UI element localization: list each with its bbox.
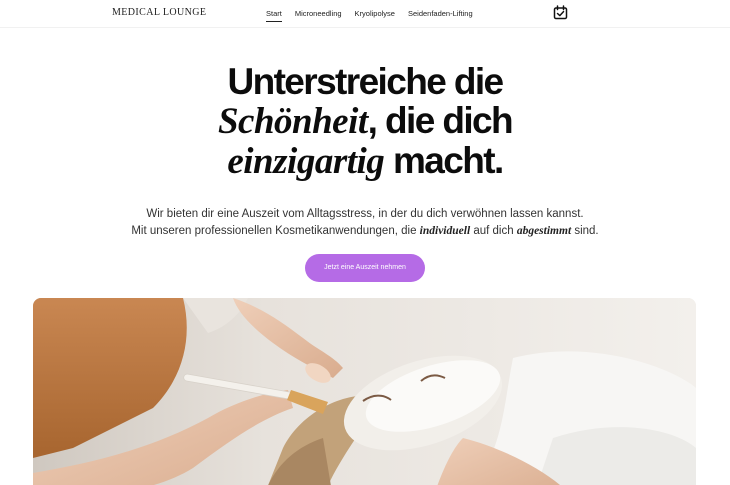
main-nav: Start Microneedling Kryolipolyse Seidenf… — [266, 9, 486, 22]
subtext-line-2-start: Mit unseren professionellen Kosmetikanwe… — [131, 224, 420, 237]
subtext-emphasis-abgestimmt: abgestimmt — [516, 224, 572, 237]
headline-line-3-rest: macht. — [384, 140, 504, 181]
headline-emphasis-einzigartig: einzigartig — [227, 141, 385, 182]
headline-line-2-rest: , die dich — [367, 100, 514, 141]
nav-item-start[interactable]: Start — [266, 9, 282, 22]
subtext-emphasis-individuell: individuell — [419, 224, 471, 237]
headline-emphasis-schoenheit: Schönheit — [217, 101, 368, 142]
nav-item-kryolipolyse[interactable]: Kryolipolyse — [355, 9, 395, 22]
hero-headline: Unterstreiche die Schönheit, die dich ei… — [0, 62, 730, 181]
site-header: MEDICAL LOUNGE Start Microneedling Kryol… — [0, 0, 730, 28]
nav-item-microneedling[interactable]: Microneedling — [295, 9, 342, 22]
subtext-line-2: Mit unseren professionellen Kosmetikanwe… — [0, 223, 730, 240]
logo[interactable]: MEDICAL LOUNGE — [112, 7, 206, 18]
headline-line-2: Schönheit, die dich — [0, 101, 730, 141]
subtext-line-1: Wir bieten dir eine Auszeit vom Alltagss… — [146, 208, 584, 220]
subtext-line-2-mid: auf dich — [470, 224, 517, 237]
page: MEDICAL LOUNGE Start Microneedling Kryol… — [0, 0, 730, 485]
headline-line-1: Unterstreiche die — [227, 61, 504, 102]
subtext-line-2-end: sind. — [571, 224, 599, 237]
hero-subtext: Wir bieten dir eine Auszeit vom Alltagss… — [0, 206, 730, 239]
calendar-check-icon[interactable] — [553, 5, 568, 20]
nav-item-seidenfaden-lifting[interactable]: Seidenfaden-Lifting — [408, 9, 473, 22]
book-appointment-button[interactable]: Jetzt eine Auszeit nehmen — [305, 254, 425, 282]
headline-line-3: einzigartig macht. — [0, 141, 730, 181]
facial-treatment-photo — [33, 298, 696, 485]
hero-image — [33, 298, 696, 485]
